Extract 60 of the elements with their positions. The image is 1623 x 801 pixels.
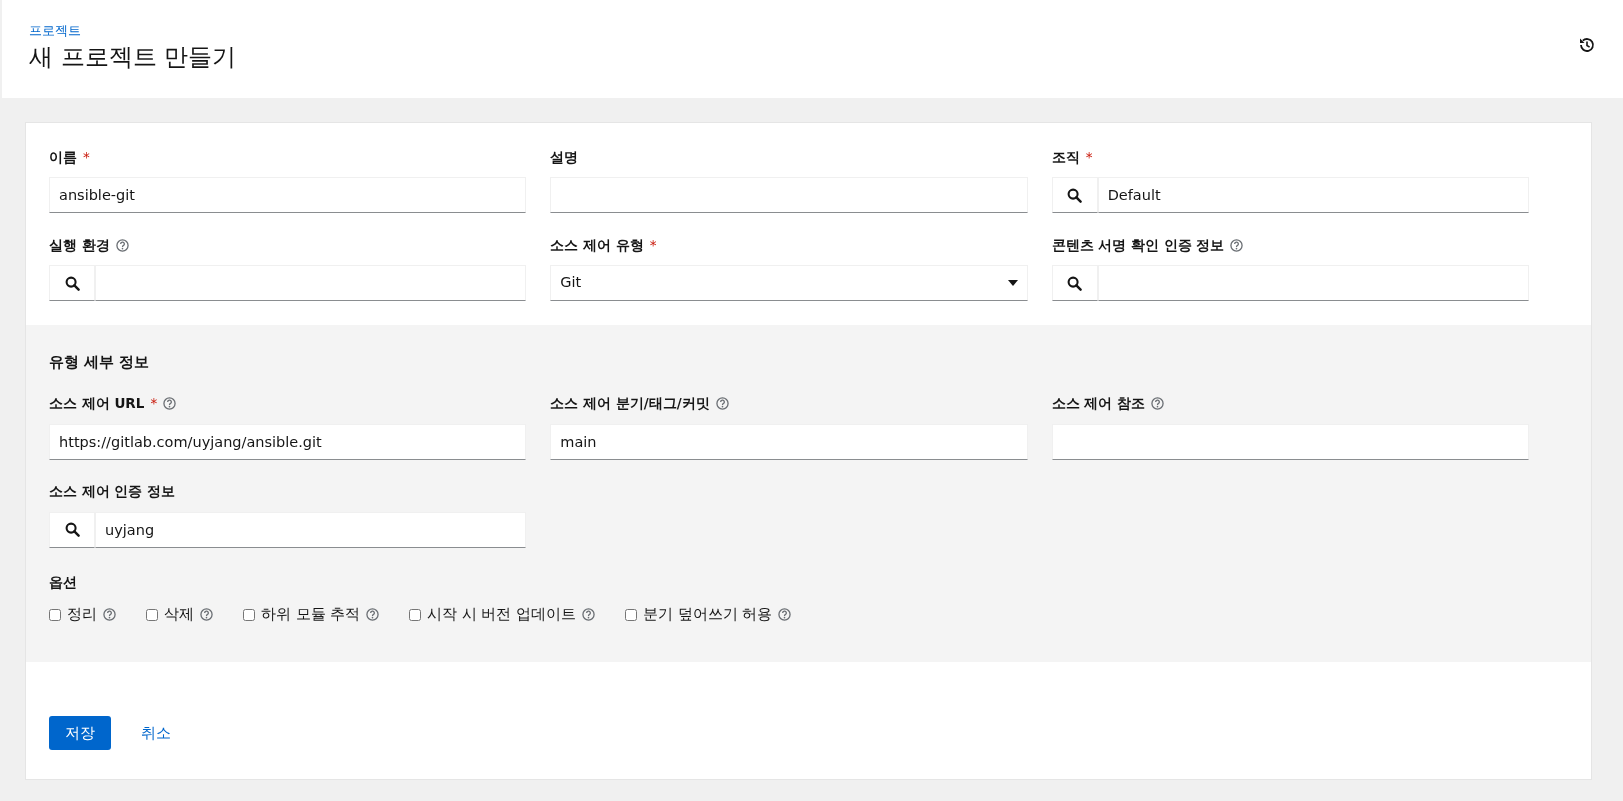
- lookup-field[interactable]: Default: [1097, 177, 1529, 213]
- search-icon: [64, 522, 80, 537]
- required-mark: *: [150, 394, 158, 414]
- search-button[interactable]: [49, 511, 95, 548]
- lookup-field[interactable]: uyjang: [95, 511, 527, 548]
- text-field[interactable]: https://gitlab.com/uyjang/ansible.git: [49, 423, 527, 460]
- checkbox[interactable]: [625, 608, 638, 621]
- search-button[interactable]: [49, 265, 95, 301]
- lookup-field[interactable]: [1097, 265, 1529, 301]
- field-label: 설명: [550, 147, 579, 167]
- search-icon: [64, 275, 80, 291]
- text-field[interactable]: [550, 177, 1028, 213]
- option-label: 하위 모듈 추적: [261, 604, 361, 624]
- field-label: 소스 제어 참조: [1051, 394, 1146, 414]
- help-icon[interactable]: [582, 608, 596, 622]
- options-heading: 옵션: [48, 572, 78, 592]
- help-icon[interactable]: [103, 608, 116, 622]
- option-label: 분기 덮어쓰기 허용: [643, 604, 773, 624]
- field-label: 콘텐츠 서명 확인 인증 정보: [1051, 235, 1225, 255]
- required-mark: *: [649, 235, 657, 255]
- option-label: 삭제: [164, 604, 194, 624]
- help-icon[interactable]: [200, 608, 213, 622]
- text-field[interactable]: [1051, 423, 1529, 460]
- option-label: 시작 시 버전 업데이트: [427, 604, 577, 624]
- search-button[interactable]: [1051, 177, 1098, 213]
- option-label: 정리: [67, 604, 97, 624]
- checkbox[interactable]: [243, 608, 255, 621]
- page-title: 새 프로젝트 만들기: [29, 43, 237, 72]
- field-label: 이름: [49, 147, 77, 167]
- field-label: 소스 제어 URL: [49, 394, 145, 414]
- caret-icon: [1007, 280, 1018, 286]
- help-icon[interactable]: [366, 608, 380, 622]
- history-icon[interactable]: [1578, 36, 1596, 54]
- search-icon: [1067, 275, 1083, 291]
- help-icon[interactable]: [163, 397, 177, 410]
- help-icon[interactable]: [1151, 397, 1165, 410]
- help-icon[interactable]: [778, 608, 792, 622]
- checkbox[interactable]: [409, 608, 422, 621]
- required-mark: *: [1085, 147, 1093, 167]
- section-heading: 유형 세부 정보: [48, 352, 151, 373]
- field-label: 실행 환경: [49, 235, 110, 255]
- search-button[interactable]: [1051, 265, 1098, 301]
- cancel-button[interactable]: 취소: [131, 715, 181, 750]
- help-icon[interactable]: [715, 397, 729, 410]
- help-icon[interactable]: [1230, 238, 1244, 252]
- save-button[interactable]: 저장: [49, 715, 111, 750]
- text-field[interactable]: ansible-git: [49, 177, 527, 213]
- field-label: 소스 제어 분기/태그/커밋: [550, 394, 710, 414]
- breadcrumb-link[interactable]: 프로젝트: [29, 23, 81, 38]
- required-mark: *: [83, 147, 90, 167]
- field-label: 조직: [1051, 147, 1080, 167]
- text-field[interactable]: main: [550, 423, 1028, 460]
- select-dropdown[interactable]: Git: [550, 265, 1028, 301]
- lookup-field[interactable]: [95, 265, 527, 301]
- field-label: 소스 제어 인증 정보: [49, 482, 176, 502]
- checkbox[interactable]: [49, 608, 61, 621]
- field-label: 소스 제어 유형: [550, 235, 644, 255]
- help-icon[interactable]: [115, 238, 129, 252]
- search-icon: [1067, 187, 1083, 203]
- checkbox[interactable]: [146, 608, 158, 621]
